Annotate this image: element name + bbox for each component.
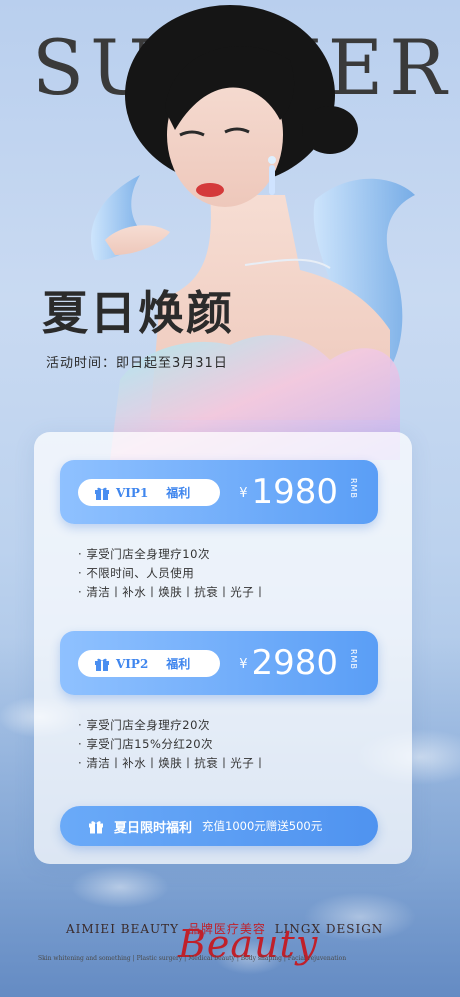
benefit-item: 享受门店全身理疗20次 <box>78 716 266 735</box>
vip1-price-value: 1980 <box>251 472 338 512</box>
vip2-sub-label: 福利 <box>166 657 191 671</box>
vip1-label-pill: VIP1 福利 <box>78 479 220 506</box>
vip2-label-pill: VIP2 福利 <box>78 650 220 677</box>
promo-title: 夏日限时福利 <box>114 820 193 836</box>
gift-icon <box>89 820 103 833</box>
vip1-currency: ¥ <box>239 485 248 501</box>
gift-icon <box>95 487 109 500</box>
benefit-item: 不限时间、人员使用 <box>78 564 266 583</box>
vip2-price-value: 2980 <box>251 643 338 683</box>
footer-tagline: Skin whitening and something | Plastic s… <box>38 955 347 962</box>
headline: 夏日焕颜 <box>42 286 234 340</box>
gift-icon <box>95 658 109 671</box>
summer-promo-button[interactable]: 夏日限时福利 充值1000元赠送500元 <box>60 806 378 846</box>
benefit-item: 清洁丨补水丨焕肤丨抗衰丨光子丨 <box>78 754 266 773</box>
vip1-sub-label: 福利 <box>166 486 191 500</box>
benefit-item: 清洁丨补水丨焕肤丨抗衰丨光子丨 <box>78 583 266 602</box>
vip1-label: VIP1 <box>116 485 149 500</box>
vip2-label: VIP2 <box>116 656 149 671</box>
vip1-unit: RMB <box>349 478 358 499</box>
vip1-benefits: 享受门店全身理疗10次 不限时间、人员使用 清洁丨补水丨焕肤丨抗衰丨光子丨 <box>78 545 266 602</box>
vip2-unit: RMB <box>349 649 358 670</box>
vip1-tier-banner[interactable]: VIP1 福利 ¥1980 RMB <box>60 460 378 524</box>
vip2-tier-banner[interactable]: VIP2 福利 ¥2980 RMB <box>60 631 378 695</box>
benefit-item: 享受门店15%分红20次 <box>78 735 266 754</box>
vip2-price: ¥2980 <box>239 641 338 687</box>
brand-en: AIMIEI BEAUTY <box>66 922 180 936</box>
vip2-benefits: 享受门店全身理疗20次 享受门店15%分红20次 清洁丨补水丨焕肤丨抗衰丨光子丨 <box>78 716 266 773</box>
model-portrait-image <box>91 5 415 460</box>
vip1-price: ¥1980 <box>239 470 338 516</box>
activity-time: 活动时间：即日起至3月31日 <box>46 356 228 371</box>
poster: SUMMER <box>0 0 460 997</box>
promo-detail: 充值1000元赠送500元 <box>202 819 323 833</box>
vip2-currency: ¥ <box>239 656 248 672</box>
benefit-item: 享受门店全身理疗10次 <box>78 545 266 564</box>
